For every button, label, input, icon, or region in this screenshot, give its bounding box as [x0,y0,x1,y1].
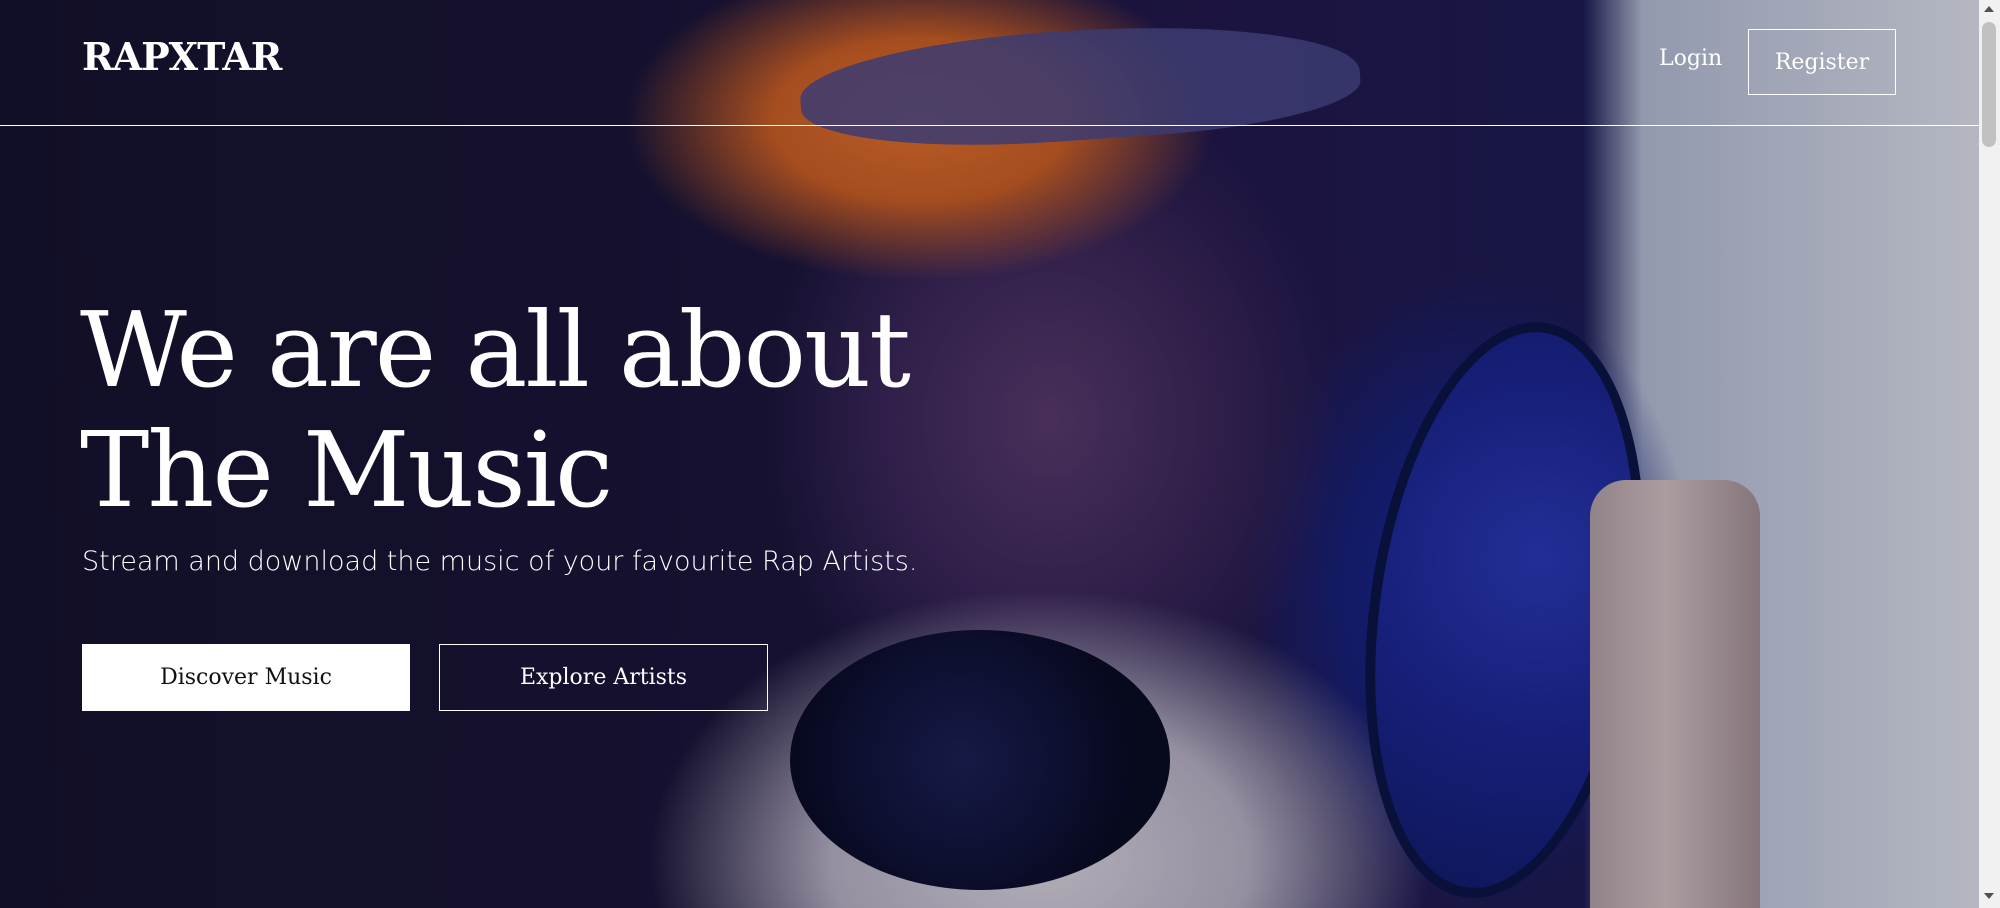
explore-artists-button[interactable]: Explore Artists [439,644,768,711]
brand-logo[interactable]: RAPXTAR [82,34,282,79]
scroll-down-arrow-icon[interactable] [1984,893,1994,899]
vertical-scrollbar[interactable] [1979,0,2000,908]
page-viewport: RAPXTAR Login Register We are all about … [0,0,1979,908]
scrollbar-thumb[interactable] [1982,22,1996,147]
discover-music-button[interactable]: Discover Music [82,644,410,711]
login-link[interactable]: Login [1659,46,1722,71]
hero-title: We are all about The Music [80,289,911,531]
hero-subtitle: Stream and download the music of your fa… [82,546,918,577]
hero-title-line-2: The Music [80,409,613,531]
top-navbar: RAPXTAR Login Register [0,0,1979,126]
register-button[interactable]: Register [1748,29,1896,95]
scroll-up-arrow-icon[interactable] [1984,6,1994,12]
hero-title-line-1: We are all about [80,289,911,411]
